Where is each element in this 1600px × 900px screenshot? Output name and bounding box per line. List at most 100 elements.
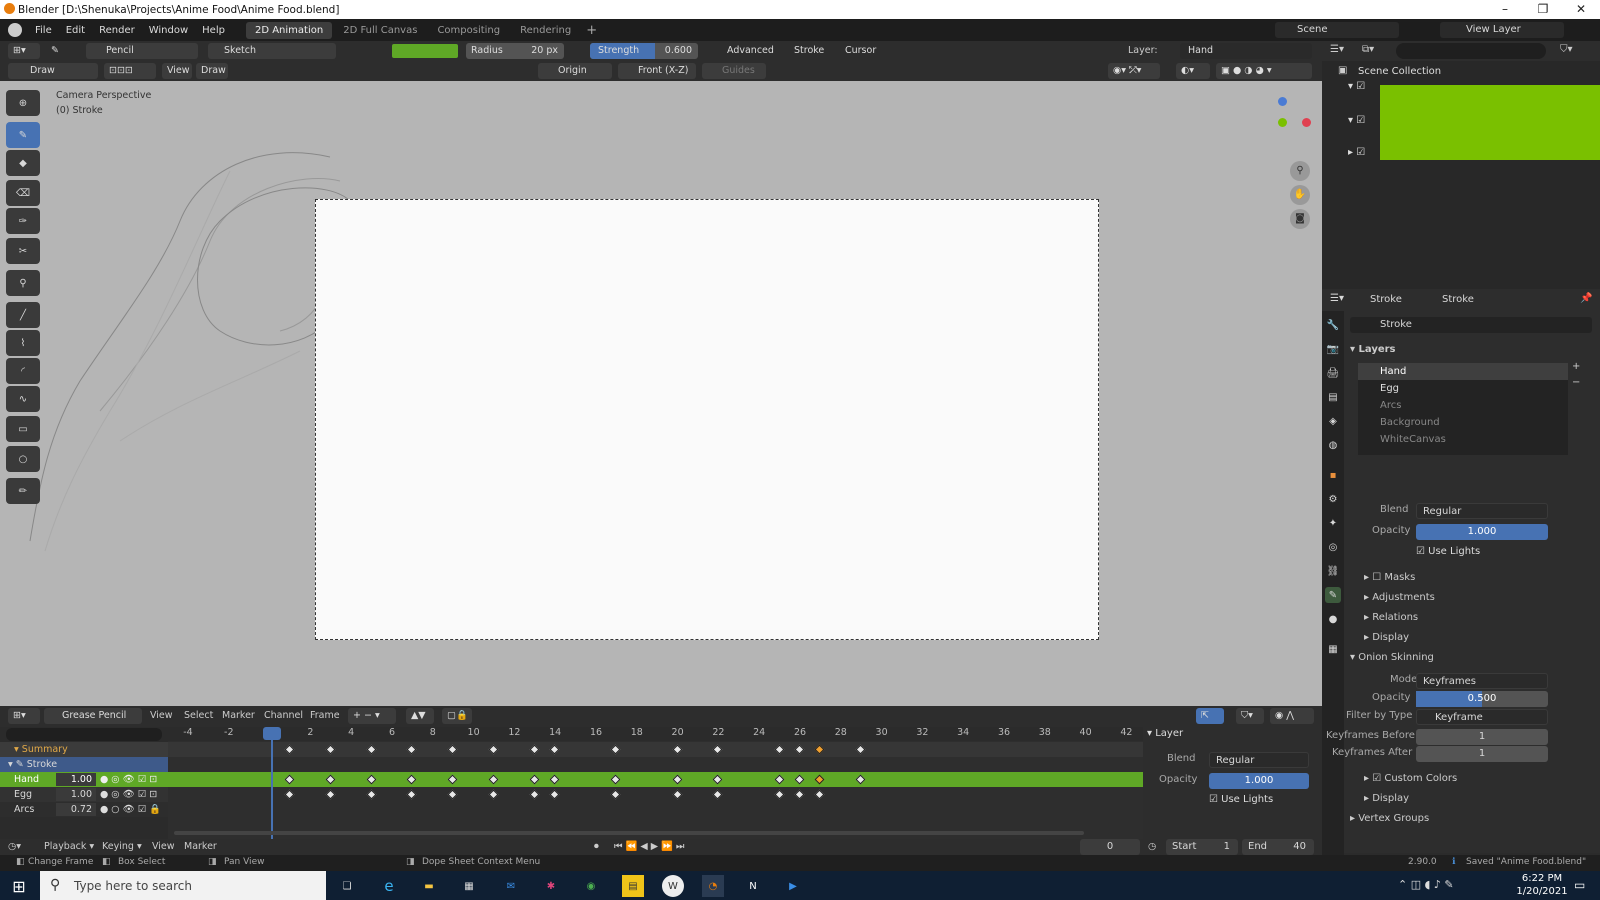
data-tab-label[interactable]: Stroke [1442,294,1474,305]
camera-view-icon[interactable]: ◙ [1290,209,1310,229]
keying-menu[interactable]: Keying ▾ [102,839,142,855]
add-layer-icon[interactable]: + [1572,361,1580,372]
tab-2d-full-canvas[interactable]: 2D Full Canvas [334,22,426,39]
menu-window[interactable]: Window [142,25,195,36]
layer-panel-title[interactable]: ▾ Layer [1147,728,1183,739]
custom-colors-panel[interactable]: ▸ ☑ Custom Colors [1350,770,1596,788]
output-tab-icon[interactable]: 🖨 [1325,365,1341,381]
sticky-notes-icon[interactable]: ▤ [622,875,644,897]
snapping-icons[interactable]: ◉ ⋀ [1270,708,1314,724]
effects-tab-icon[interactable]: ✦ [1325,515,1341,531]
vertex-groups-panel[interactable]: ▸ Vertex Groups [1350,810,1596,828]
system-tray-icons[interactable]: ⌃ ◫ ◖ ♪ ✎ [1398,878,1454,891]
render-tab-icon[interactable]: 📷 [1325,341,1341,357]
keyframe[interactable] [712,789,723,800]
object-tab-icon[interactable]: ▪ [1325,467,1341,483]
relations-panel[interactable]: ▸ Relations [1350,609,1596,627]
channel-search-input[interactable] [6,728,162,741]
hand-channel-toggles[interactable]: ● ◎ 👁 ☑ ⊡ [100,772,157,787]
blend-dropdown[interactable]: Regular [1416,503,1548,519]
use-lights-checkbox[interactable]: ☑ Use Lights [1416,546,1480,557]
adjustments-panel[interactable]: ▸ Adjustments [1350,589,1596,607]
layer-add-remove-icons[interactable]: + − ▾ [348,708,396,724]
layer-move-icons[interactable]: ▲▼ [406,708,434,724]
layers-panel-title[interactable]: ▾ Layers [1350,341,1596,359]
playhead-handle[interactable] [263,727,281,740]
tool-tab-icon[interactable]: 🔧 [1325,317,1341,333]
keyframe[interactable] [529,789,540,800]
minimize-button[interactable]: – [1486,0,1524,19]
remove-layer-icon[interactable]: − [1572,377,1580,388]
layer-item-background[interactable]: Background [1358,414,1568,431]
tab-rendering[interactable]: Rendering [511,22,580,39]
menu-file[interactable]: File [28,25,59,36]
playback-menu[interactable]: Playback ▾ [44,839,94,855]
strength-slider[interactable]: Strength 0.600 [590,43,698,59]
view-layer-selector[interactable]: View Layer [1440,22,1564,38]
overlay-toggle[interactable]: ◐▾ [1176,63,1210,79]
tint-tool-icon[interactable]: ✑ [6,208,40,234]
brush-selector[interactable]: Pencil [86,43,198,59]
x-axis-icon[interactable] [1302,118,1311,127]
egg-opacity-field[interactable]: 1.00 [56,788,96,801]
only-selected-toggle[interactable]: ⇱ [1196,708,1224,724]
chrome-icon[interactable]: ◉ [580,875,602,897]
color-swatch[interactable] [392,44,458,58]
gizmo-toggles[interactable]: ◉▾ ⤱▾ [1108,63,1160,79]
record-button[interactable]: ⏺ [594,839,599,855]
pan-hand-icon[interactable]: ✋ [1290,185,1310,205]
filter-icon[interactable]: ⛉▾ [1560,44,1573,55]
cutter-tool-icon[interactable]: ✂ [6,238,40,264]
material-selector[interactable]: Sketch [208,43,336,59]
layer-item-whitecanvas[interactable]: WhiteCanvas [1358,431,1568,448]
mail-icon[interactable]: ✉ [500,875,522,897]
onion-mode-dropdown[interactable]: Keyframes [1416,673,1548,689]
edge-icon[interactable]: e [378,875,400,897]
front-view-selector[interactable]: Front (X-Z) [618,63,696,79]
keyframe[interactable] [610,789,621,800]
outliner-row-1[interactable]: ▾ ☑ [1348,81,1365,92]
ds-menu-select[interactable]: Select [184,708,213,724]
y-axis-icon[interactable] [1278,118,1287,127]
circle-tool-icon[interactable]: ○ [6,446,40,472]
blender-menu-icon[interactable] [8,23,22,37]
tab-compositing[interactable]: Compositing [428,22,509,39]
timeline-view-menu[interactable]: View [152,839,175,855]
fill-tool-icon[interactable]: ◆ [6,150,40,176]
menu-edit[interactable]: Edit [59,25,92,36]
end-frame-field[interactable]: End 40 [1242,839,1314,855]
datablock-field[interactable]: Stroke [1350,317,1592,333]
layer-selector[interactable]: Hand [1180,43,1312,59]
draw-menu[interactable]: Draw [196,63,228,79]
polyline-tool-icon[interactable]: ⌇ [6,330,40,356]
advanced-dropdown[interactable]: Advanced [722,43,784,59]
keyframe[interactable] [774,789,785,800]
arcs-opacity-field[interactable]: 0.72 [56,803,96,816]
hand-opacity-field[interactable]: 1.00 [56,773,96,786]
keyframe[interactable] [284,789,295,800]
keyframe[interactable] [447,789,458,800]
arcs-channel-toggles[interactable]: ● ○ 👁 ☑ 🔒 [100,802,161,817]
modifier-tab-icon[interactable]: ⚙ [1325,491,1341,507]
ds-menu-view[interactable]: View [150,708,173,724]
keyframe[interactable] [549,789,560,800]
store-icon[interactable]: ▦ [458,875,480,897]
kf-before-field[interactable]: 1 [1416,729,1548,745]
frame-ruler[interactable]: -4-2024681012141618202224262830323436384… [168,727,1143,741]
navigation-gizmo[interactable] [1278,97,1312,153]
arc-tool-icon[interactable]: ◜ [6,358,40,384]
guides-toggle[interactable]: Guides [702,63,766,79]
layer-item-arcs[interactable]: Arcs [1358,397,1568,414]
z-axis-icon[interactable] [1278,97,1287,106]
keyframe[interactable] [794,789,805,800]
white-canvas-frame[interactable] [315,199,1099,640]
dopesheet-mode-dropdown[interactable]: Grease Pencil [44,708,142,724]
kf-after-field[interactable]: 1 [1416,746,1548,762]
material-tab-icon[interactable]: ● [1325,611,1341,627]
tab-2d-animation[interactable]: 2D Animation [245,21,333,39]
ds-filter-icon[interactable]: ⛉▾ [1236,708,1264,724]
annotate-tool-icon[interactable]: ✏ [6,478,40,504]
channel-stroke[interactable]: ▾ ✎ Stroke [0,757,168,772]
ds-menu-frame[interactable]: Frame [310,708,340,724]
ds-opacity-slider[interactable]: 1.000 [1209,773,1309,789]
